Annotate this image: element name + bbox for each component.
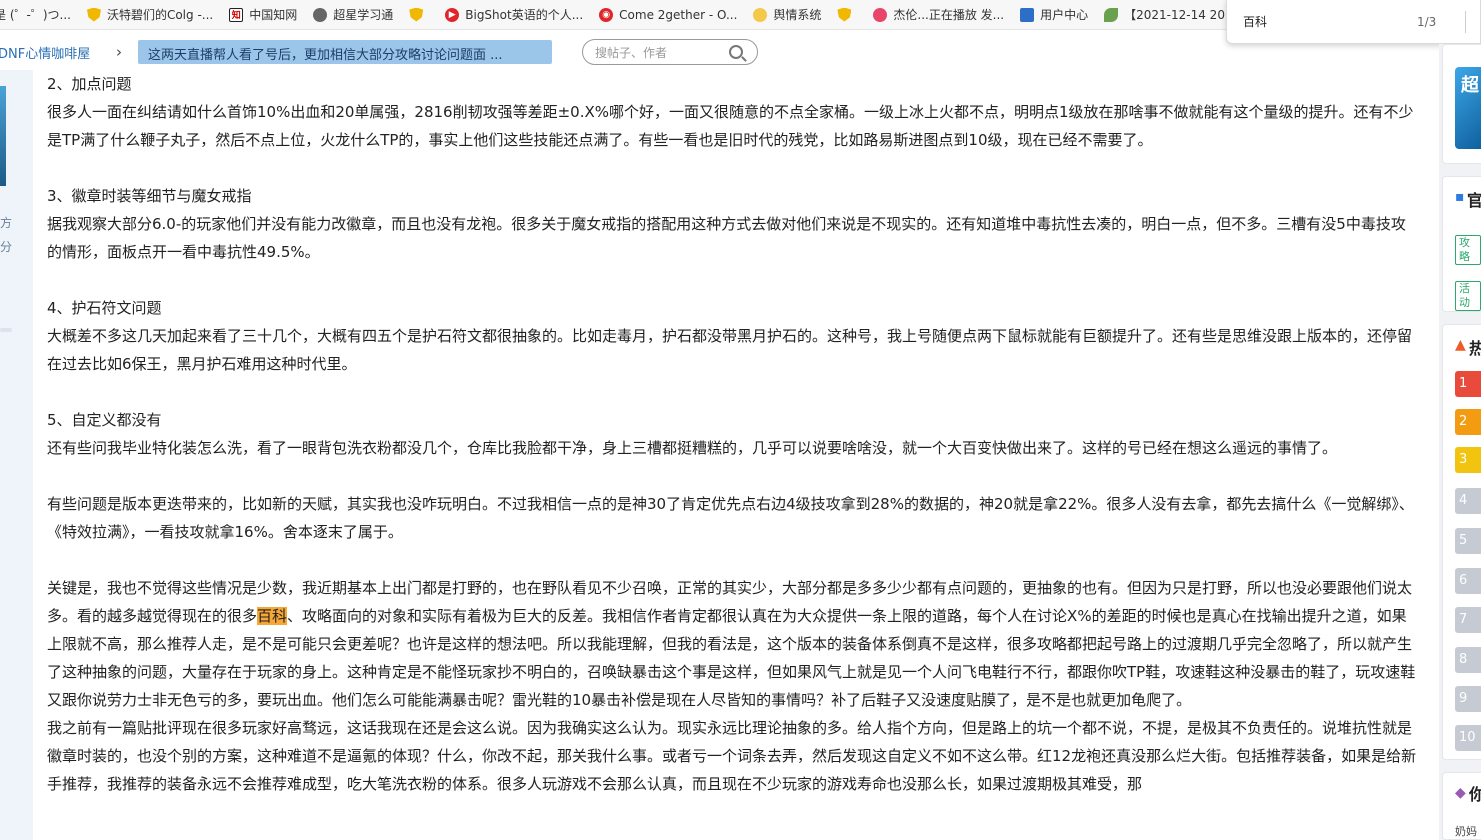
breadcrumb: DNF心情咖啡屋 › 这两天直播帮人看了号后，更加相信大部分攻略讨论问题面 ..…: [0, 36, 1225, 68]
sidebar-hot-card: ▲ 热 1 2 3 4 5 6 7 8 9 10: [1442, 324, 1481, 760]
section-heading: 4、护石符文问题: [47, 299, 162, 317]
left-panel: 方 分: [0, 70, 33, 840]
paragraph: 2、加点问题 很多人一面在纠结请如什么首饰10%出血和20单属强，2816削韧攻…: [47, 70, 1419, 154]
section-heading: 5、自定义都没有: [47, 411, 162, 429]
bookmark-item[interactable]: 超星学习通: [313, 6, 393, 23]
rank-badge[interactable]: 7: [1455, 607, 1481, 633]
chat-icon: ▪: [1455, 189, 1465, 205]
bookmark-label: 舆情系统: [773, 8, 822, 22]
bookmark-item[interactable]: 杰伦...正在播放 发...: [873, 6, 1004, 23]
left-thumbnail[interactable]: [0, 86, 6, 186]
left-label: 分: [0, 240, 13, 254]
bookmark-label: 是 (゜-゜)つ...: [0, 8, 71, 22]
paragraph: 4、护石符文问题 大概差不多这几天加起来看了三十几个，大概有四五个是护石符文都很…: [47, 294, 1419, 378]
bookmark-item[interactable]: 舆情系统: [753, 6, 821, 23]
paragraph-text: 还有些问我毕业特化装怎么洗，看了一眼背包洗衣粉都没几个，仓库比我脸都干净，身上三…: [47, 439, 1338, 457]
section-heading: 2、加点问题: [47, 75, 132, 93]
recommend-text[interactable]: 奶妈: [1455, 823, 1477, 839]
search-placeholder: 搜帖子、作者: [595, 45, 668, 60]
bookmark-label: 杰伦...正在播放 发...: [893, 8, 1005, 22]
rank-badge[interactable]: 1: [1455, 371, 1481, 397]
globe-icon: [313, 7, 328, 22]
right-sidebar: 超 ▪ 官 攻略 活动 ▲ 热 1 2 3 4 5 6 7 8 9 10 ◆ 你…: [1439, 44, 1481, 840]
paragraph: 有些问题是版本更迭带来的，比如新的天赋，其实我也没咋玩明白。不过我相信一点的是神…: [47, 490, 1419, 546]
section-title: 你: [1469, 781, 1481, 805]
left-label: 方: [0, 216, 13, 230]
rank-badge[interactable]: 8: [1455, 647, 1481, 673]
breadcrumb-forum-link[interactable]: DNF心情咖啡屋: [0, 43, 110, 62]
tag-badge[interactable]: 攻略: [1455, 235, 1481, 265]
bookmark-item[interactable]: 【2021-12-14 20...: [1104, 6, 1236, 23]
bookmark-label: 超星学习通: [333, 8, 394, 22]
user-icon: [1020, 7, 1035, 22]
post-content: 2、加点问题 很多人一面在纠结请如什么首饰10%出血和20单属强，2816削韧攻…: [47, 70, 1419, 798]
record-icon: ▶: [445, 7, 460, 22]
breadcrumb-thread-title[interactable]: 这两天直播帮人看了号后，更加相信大部分攻略讨论问题面 ...: [138, 40, 552, 64]
netease-icon: ◉: [599, 7, 614, 22]
sidebar-official-card: ▪ 官 攻略 活动: [1442, 176, 1481, 312]
bookmark-item[interactable]: 是 (゜-゜)つ...: [0, 6, 71, 23]
banner-text: 超: [1461, 75, 1479, 96]
bookmark-label: BigShot英语的个人...: [465, 8, 584, 22]
zhiwang-icon: 知: [229, 7, 244, 22]
section-title: 热: [1469, 335, 1481, 359]
chevron-right-icon: ›: [116, 43, 122, 61]
rank-badge[interactable]: 3: [1455, 447, 1481, 473]
bookmark-item[interactable]: ▶ BigShot英语的个人...: [445, 6, 583, 23]
search-icon[interactable]: [729, 45, 743, 59]
paragraph-text: 据我观察大部分6.0-的玩家他们并没有能力改徽章，而且也没有龙袍。很多关于魔女戒…: [47, 215, 1406, 261]
bookmark-label: 用户中心: [1040, 8, 1089, 22]
bookmark-item[interactable]: ◉ Come 2gether - O...: [599, 7, 738, 22]
tag-badge[interactable]: 活动: [1455, 281, 1481, 311]
rank-badge[interactable]: 5: [1455, 528, 1481, 554]
scroll-indicator: [0, 328, 12, 332]
leaf-icon: [1104, 7, 1119, 22]
find-match-count: 1/3: [1417, 14, 1437, 29]
bookmark-item[interactable]: [837, 7, 857, 22]
sidebar-banner-card[interactable]: 超: [1442, 44, 1481, 164]
bookmark-item[interactable]: 知中国知网: [229, 6, 297, 23]
paragraph: 5、自定义都没有 还有些问我毕业特化装怎么洗，看了一眼背包洗衣粉都没几个，仓库比…: [47, 406, 1419, 462]
paragraph: 关键是，我也不觉得这些情况是少数，我近期基本上出门都是打野的，也在野队看见不少召…: [47, 574, 1419, 714]
shield-icon: [837, 7, 852, 22]
paragraph-text: 有些问题是版本更迭带来的，比如新的天赋，其实我也没咋玩明白。不过我相信一点的是神…: [47, 495, 1414, 541]
rank-badge[interactable]: 10: [1455, 725, 1481, 751]
search-input[interactable]: 搜帖子、作者: [582, 39, 758, 65]
paragraph-text: 大概差不多这几天加起来看了三十几个，大概有四五个是护石符文都很抽象的。比如走毒月…: [47, 327, 1413, 373]
paragraph-text: 很多人一面在纠结请如什么首饰10%出血和20单属强，2816削韧攻强等差距±0.…: [47, 103, 1414, 149]
bookmark-label: 中国知网: [249, 8, 298, 22]
rank-badge[interactable]: 6: [1455, 568, 1481, 594]
bilibili-icon: [873, 7, 888, 22]
section-title: 官: [1467, 187, 1481, 211]
shield-icon: [86, 7, 101, 22]
bookmark-item[interactable]: 沃特碧们的Colg -...: [86, 6, 214, 23]
bookmark-label: 沃特碧们的Colg -...: [106, 8, 214, 22]
find-bar: 百科 1/3: [1226, 0, 1481, 44]
paragraph: 3、徽章时装等细节与魔女戒指 据我观察大部分6.0-的玩家他们并没有能力改徽章，…: [47, 182, 1419, 266]
paragraph-text: 我之前有一篇贴批评现在很多玩家好高骛远，这话我现在还是会这么说。因为我确实这么认…: [47, 719, 1417, 793]
rank-badge[interactable]: 2: [1455, 409, 1481, 435]
bookmark-item[interactable]: 用户中心: [1020, 6, 1088, 23]
bookmark-label: Come 2gether - O...: [619, 7, 738, 22]
find-input[interactable]: 百科: [1243, 13, 1393, 30]
bookmark-item[interactable]: [409, 7, 429, 22]
section-heading: 3、徽章时装等细节与魔女戒指: [47, 187, 252, 205]
diamond-icon: ◆: [1455, 785, 1466, 801]
bookmark-label: 【2021-12-14 20...: [1124, 8, 1237, 22]
flame-icon: ▲: [1455, 337, 1466, 353]
banner-image[interactable]: 超: [1455, 67, 1481, 149]
rank-badge[interactable]: 4: [1455, 488, 1481, 514]
sidebar-recommend-card: ◆ 你 奶妈: [1442, 772, 1481, 840]
shield-icon: [409, 7, 424, 22]
find-divider: [1465, 10, 1466, 33]
face-icon: [753, 7, 768, 22]
find-highlight: 百科: [257, 607, 288, 625]
paragraph: 我之前有一篇贴批评现在很多玩家好高骛远，这话我现在还是会这么说。因为我确实这么认…: [47, 714, 1419, 798]
rank-badge[interactable]: 9: [1455, 686, 1481, 712]
